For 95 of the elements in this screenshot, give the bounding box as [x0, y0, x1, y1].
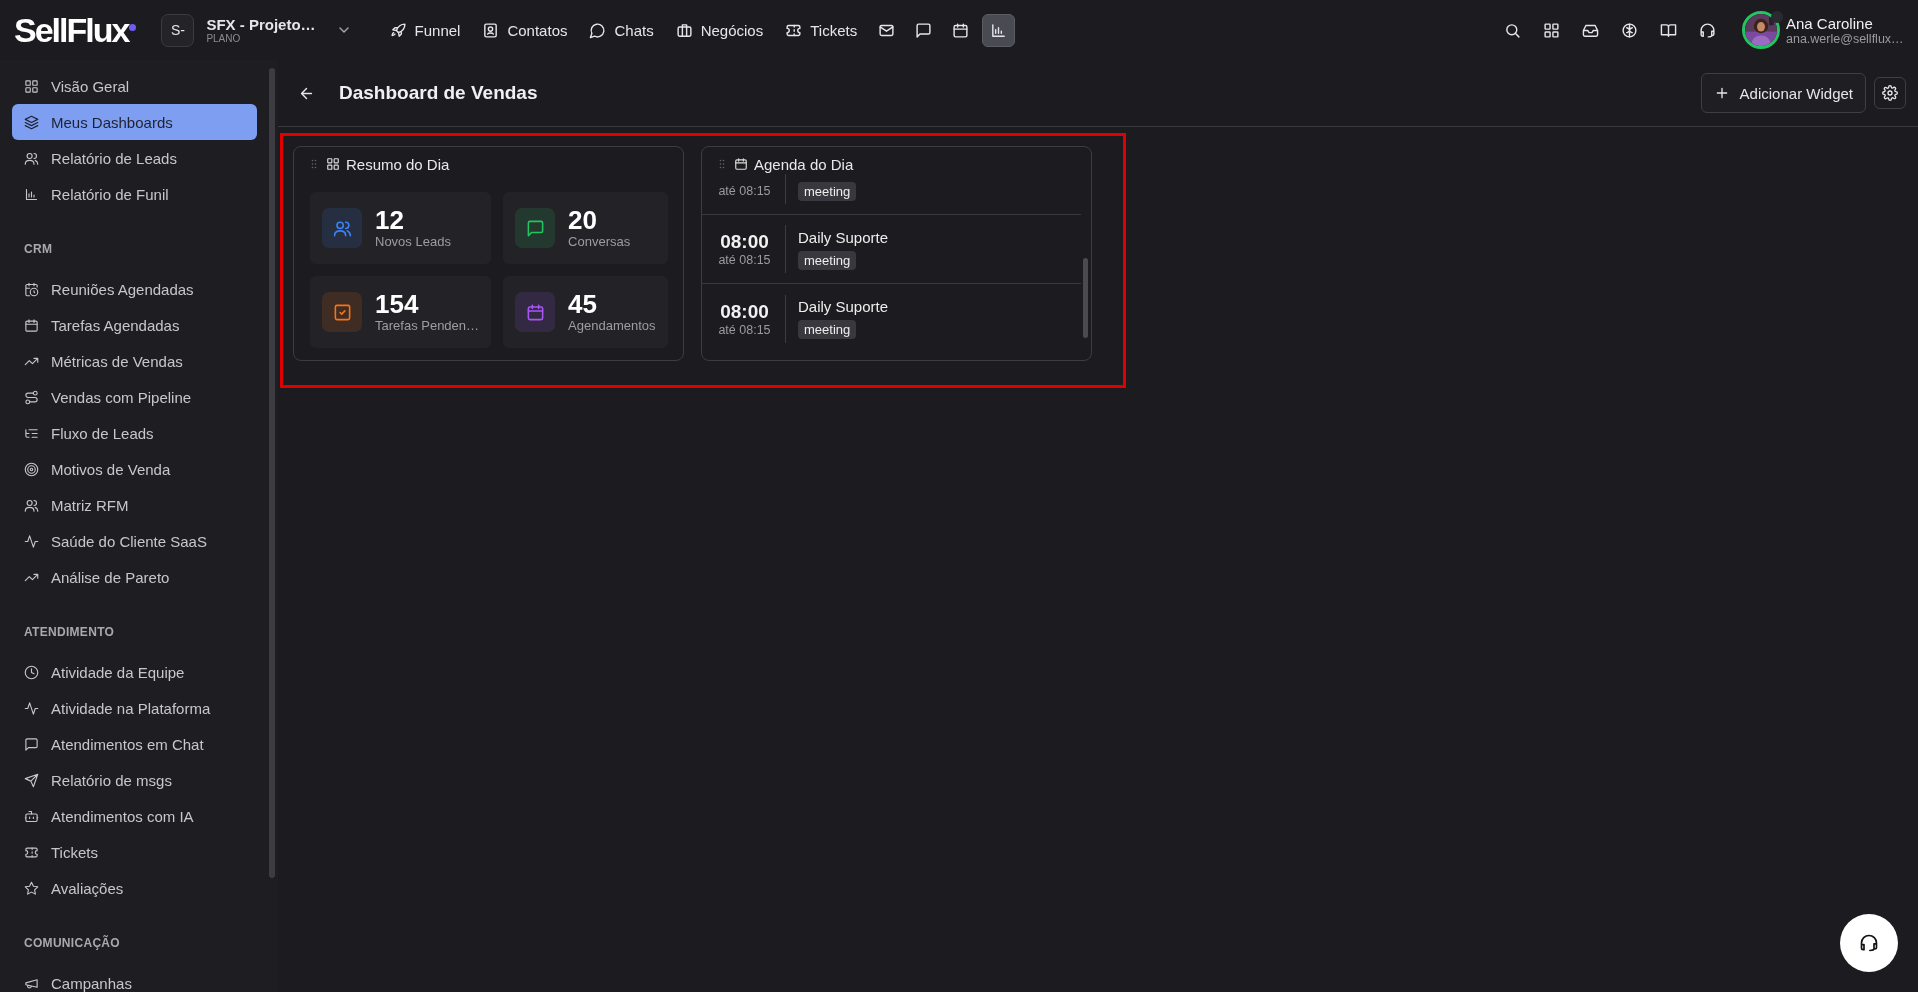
scrollbar-thumb[interactable]: [1083, 258, 1088, 338]
workspace-badge: S-: [161, 13, 195, 47]
calendar-icon: [734, 157, 748, 171]
star-icon: [24, 880, 39, 896]
grid-icon: [326, 157, 340, 171]
widget-title: Resumo do Dia: [346, 155, 450, 173]
send-icon: [24, 772, 39, 788]
settings-icon: [1882, 85, 1898, 101]
stat-value: 154: [375, 290, 420, 319]
users-icon: [24, 150, 39, 166]
briefcase-icon: [675, 21, 693, 39]
section-heading: ATENDIMENTO: [23, 625, 116, 639]
event-end-time: até 08:15: [718, 253, 771, 267]
stat-label: Agendamentos: [568, 318, 656, 334]
contact-card-icon: [482, 21, 500, 39]
add-widget-button[interactable]: Adicionar Widget: [1700, 73, 1866, 113]
nav-tab[interactable]: Negócios: [667, 15, 772, 45]
calendar-clock-icon: [24, 281, 39, 297]
nav-tab[interactable]: Chats: [581, 15, 662, 45]
nav-tab[interactable]: Contatos: [474, 15, 576, 45]
route-icon: [24, 389, 39, 405]
pulse-icon: [24, 533, 39, 549]
sidebar-item[interactable]: Tarefas Agendadas: [12, 307, 257, 343]
ticket-icon: [24, 844, 39, 860]
stat-value: 20: [568, 206, 598, 235]
bar-chart-icon: [24, 186, 39, 202]
event-end-time: até 08:15: [718, 322, 771, 337]
event-title: Daily Suporte: [798, 228, 889, 247]
sidebar-item[interactable]: Avaliações: [12, 870, 257, 906]
avatar[interactable]: [1742, 11, 1780, 49]
stat-value: 45: [568, 290, 598, 319]
sidebar-item[interactable]: Saúde do Cliente SaaS: [12, 523, 257, 559]
apps-grid-icon[interactable]: [1543, 21, 1560, 39]
sidebar-item[interactable]: Relatório de Leads: [12, 140, 257, 176]
sidebar-item[interactable]: Atividade na Plataforma: [12, 690, 257, 726]
rocket-icon: [389, 21, 407, 39]
bar-chart-icon: [990, 21, 1008, 39]
clock-icon: [24, 664, 39, 680]
sidebar-item[interactable]: Reuniões Agendadas: [12, 271, 257, 307]
sidebar-item[interactable]: Fluxo de Leads: [12, 415, 257, 451]
workspace-name: SFX - Projeto…: [206, 16, 316, 33]
nav-tab[interactable]: Funnel: [381, 15, 469, 45]
sidebar-item[interactable]: Campanhas: [12, 965, 257, 992]
workspace-switcher[interactable]: S- SFX - Projeto… PLANO: [161, 13, 352, 47]
page-title: Dashboard de Vendas: [339, 82, 538, 104]
sidebar-item[interactable]: Vendas com Pipeline: [12, 379, 257, 415]
section-heading: COMUNICAÇÃO: [23, 936, 121, 950]
headset-icon: [1859, 933, 1879, 953]
event-title: Daily Suporte: [798, 298, 889, 316]
chat-bubble-icon: [589, 21, 607, 39]
layers-icon: [24, 114, 39, 130]
sidebar-item[interactable]: Tickets: [12, 834, 257, 870]
workspace-plan: PLANO: [206, 33, 241, 44]
event-tag: meeting: [798, 320, 857, 339]
users-icon: [24, 497, 39, 513]
user-name: Ana Caroline: [1786, 14, 1874, 32]
grid-icon: [24, 78, 39, 94]
sidebar-item[interactable]: Atendimentos com IA: [12, 798, 257, 834]
calendar-icon: [24, 317, 39, 333]
sidebar-item[interactable]: Relatório de msgs: [12, 762, 257, 798]
event-end-time: até 08:15: [718, 184, 771, 198]
sidebar-item[interactable]: Atividade da Equipe: [12, 654, 257, 690]
pulse-icon: [24, 700, 39, 716]
target-icon: [24, 461, 39, 477]
headset-icon[interactable]: [1699, 21, 1716, 39]
book-icon[interactable]: [1660, 21, 1677, 39]
sidebar-item[interactable]: Visão Geral: [12, 68, 257, 104]
bar-chart-button[interactable]: [982, 13, 1016, 47]
sidebar-item[interactable]: Matriz RFM: [12, 487, 257, 523]
support-button[interactable]: [1840, 914, 1898, 972]
stat-value: 12: [375, 206, 405, 235]
event-time: 08:00: [720, 300, 769, 323]
sidebar-item[interactable]: Análise de Pareto: [12, 559, 257, 595]
nav-tab[interactable]: Tickets: [777, 15, 866, 45]
stat-label: Novos Leads: [375, 234, 451, 250]
event-tag: meeting: [798, 181, 857, 201]
section-heading: CRM: [23, 242, 54, 256]
sidebar-item[interactable]: Meus Dashboards: [12, 104, 257, 140]
widget-title: Agenda do Dia: [754, 155, 854, 173]
settings-button[interactable]: [1874, 77, 1906, 109]
calendar-icon: [952, 21, 970, 39]
sidebar-item[interactable]: Relatório de Funil: [12, 176, 257, 212]
scrollbar-thumb[interactable]: [269, 68, 275, 878]
event-tag: meeting: [798, 250, 857, 270]
logo[interactable]: SellFlux: [14, 13, 129, 47]
search-icon[interactable]: [1504, 21, 1521, 39]
logo-dot: [129, 24, 137, 31]
stat-label: Conversas: [568, 234, 631, 250]
sidebar-item[interactable]: Métricas de Vendas: [12, 343, 257, 379]
sidebar-item[interactable]: Motivos de Venda: [12, 451, 257, 487]
user-email: ana.werle@sellflux…: [1786, 31, 1904, 46]
sidebar-item[interactable]: Atendimentos em Chat: [12, 726, 257, 762]
robot-icon: [24, 808, 39, 824]
stat-label: Tarefas Penden…: [375, 318, 480, 334]
event-time: 08:00: [720, 231, 769, 253]
